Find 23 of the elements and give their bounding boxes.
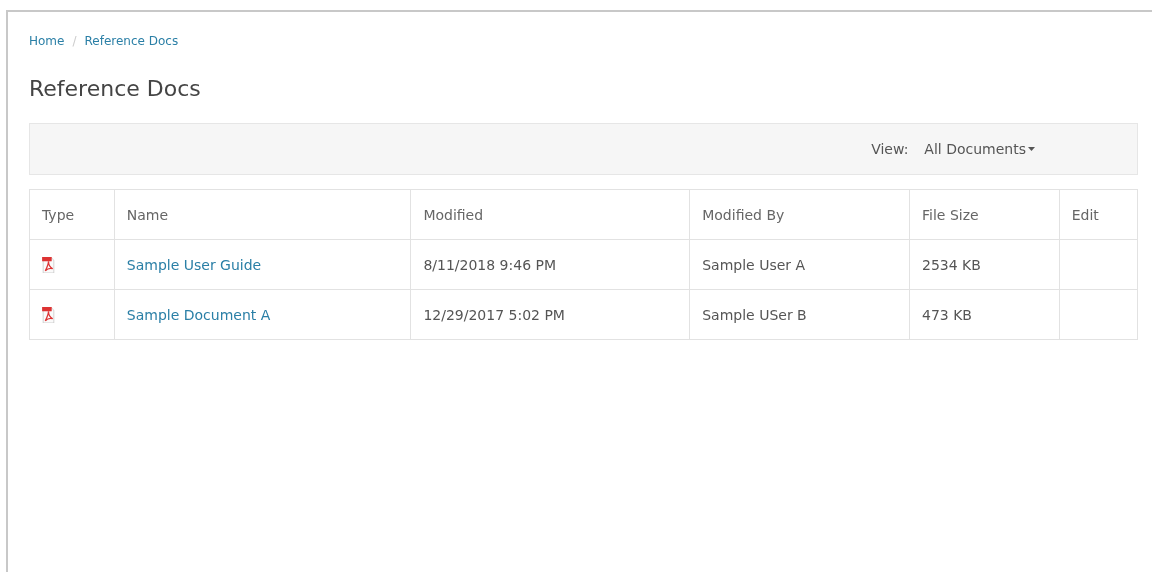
view-dropdown[interactable]: All Documents: [924, 141, 1035, 157]
column-header: Edit: [1059, 189, 1138, 240]
file-size-text: 473 KB: [922, 306, 972, 323]
modified-date: 12/29/2017 5:02 PM: [423, 306, 565, 323]
modified-by-text: Sample USer B: [702, 306, 807, 323]
file-size-text: 2534 KB: [922, 256, 981, 273]
modified-by-text: Sample User A: [702, 256, 806, 273]
pdf-file-icon: [42, 256, 55, 273]
column-header: Type: [29, 189, 115, 240]
breadcrumb-link[interactable]: Home: [29, 34, 65, 48]
pdf-file-icon: [42, 306, 55, 323]
column-header: File Size: [909, 189, 1060, 240]
view-label: View:: [871, 141, 909, 157]
document-link[interactable]: Sample User Guide: [126, 256, 262, 273]
breadcrumb-link[interactable]: Reference Docs: [84, 34, 179, 48]
column-header: Modified: [410, 189, 690, 240]
document-link[interactable]: Sample Document A: [126, 306, 271, 323]
breadcrumb-separator: /: [72, 34, 77, 48]
column-header: Name: [114, 189, 411, 240]
caret-icon: [1028, 147, 1035, 151]
modified-date: 8/11/2018 9:46 PM: [423, 256, 557, 273]
column-header: Modified By: [689, 189, 910, 240]
page-title: Reference Docs: [29, 76, 202, 101]
